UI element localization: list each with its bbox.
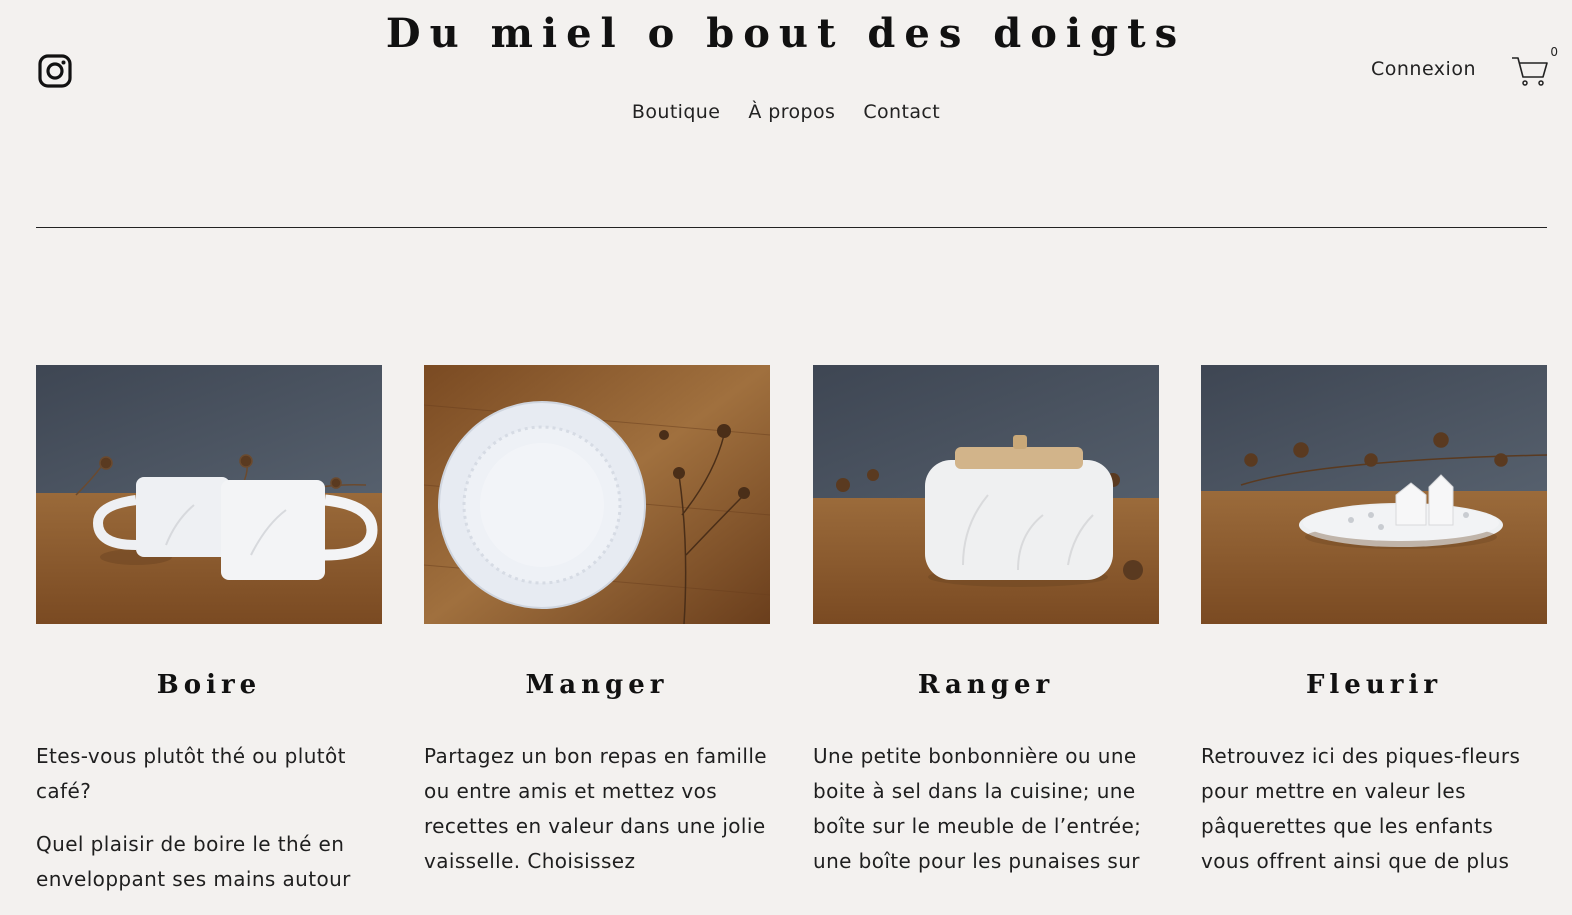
paragraph: Partagez un bon repas en famille ou entr… (424, 744, 767, 873)
category-card-manger: Manger Partagez un bon repas en famille … (424, 365, 770, 897)
category-title[interactable]: Boire (36, 670, 382, 700)
cart-count-badge: 0 (1550, 45, 1558, 59)
paragraph: Retrouvez ici des piques-fleurs pour met… (1201, 744, 1521, 873)
paragraph: Quel plaisir de boire le thé en envelopp… (36, 832, 351, 891)
category-description: Une petite bonbonnière ou une boite à se… (813, 739, 1159, 879)
instagram-icon[interactable] (38, 54, 72, 88)
nav-item-boutique[interactable]: Boutique (632, 101, 720, 123)
paragraph: Etes-vous plutôt thé ou plutôt café? (36, 744, 346, 803)
category-card-boire: Boire Etes-vous plutôt thé ou plutôt caf… (36, 365, 382, 915)
plates-photo[interactable] (424, 365, 770, 624)
category-description: Etes-vous plutôt thé ou plutôt café? Que… (36, 739, 382, 897)
cart-icon[interactable] (1510, 52, 1550, 88)
category-title[interactable]: Ranger (813, 670, 1159, 700)
section-divider (36, 227, 1547, 228)
site-title[interactable]: Du miel o bout des doigts (0, 10, 1572, 57)
nav-item-a-propos[interactable]: À propos (748, 101, 835, 123)
mugs-photo[interactable] (36, 365, 382, 624)
login-link[interactable]: Connexion (1371, 58, 1476, 80)
category-title[interactable]: Fleurir (1201, 670, 1547, 700)
category-card-ranger: Ranger Une petite bonbonnière ou une boi… (813, 365, 1159, 897)
category-description: Partagez un bon repas en famille ou entr… (424, 739, 770, 879)
category-title[interactable]: Manger (424, 670, 770, 700)
main-nav: Boutique À propos Contact (0, 101, 1572, 123)
nav-item-contact[interactable]: Contact (863, 101, 940, 123)
jar-photo[interactable] (813, 365, 1159, 624)
flower-holder-photo[interactable] (1201, 365, 1547, 624)
category-description: Retrouvez ici des piques-fleurs pour met… (1201, 739, 1547, 879)
category-card-fleurir: Fleurir Retrouvez ici des piques-fleurs … (1201, 365, 1547, 897)
paragraph: Une petite bonbonnière ou une boite à se… (813, 744, 1142, 873)
